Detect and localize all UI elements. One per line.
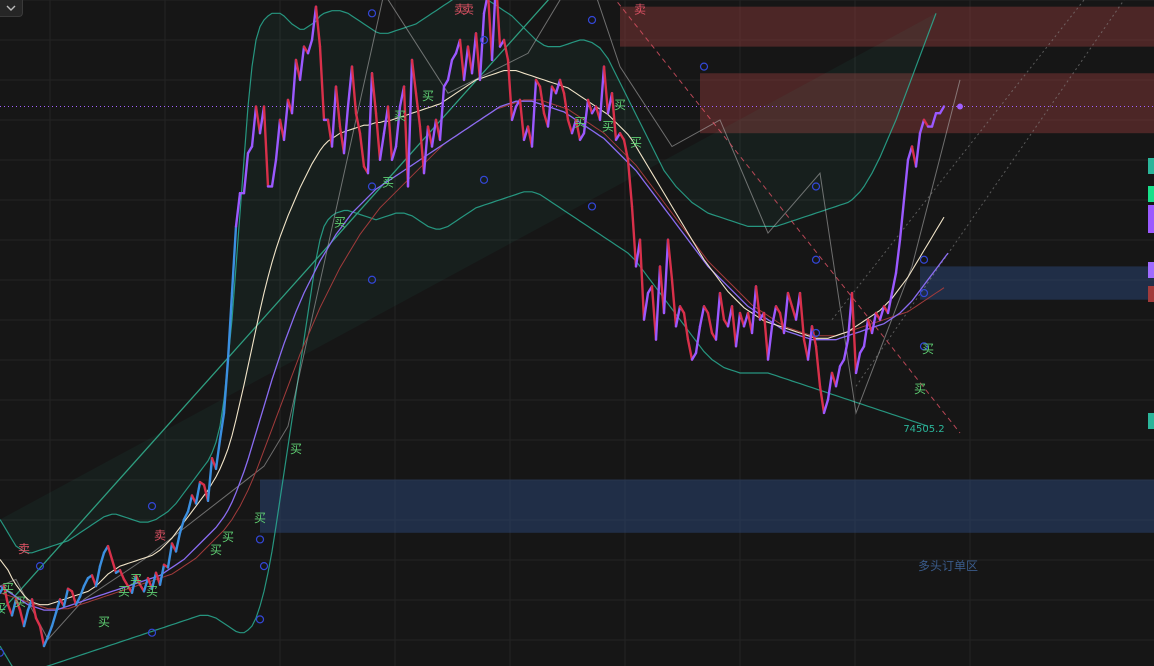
demand-zone (260, 479, 1154, 533)
buy-signal-label: 买 (146, 584, 158, 598)
chart-menu-button[interactable] (0, 0, 23, 17)
axis-price-tag (1148, 413, 1154, 429)
axis-price-tag (1148, 186, 1154, 202)
sell-signal-label: 卖 (634, 2, 646, 16)
buy-signal-label: 买 (334, 215, 346, 229)
buy-signal-label: 买 (254, 511, 266, 525)
buy-signal-label: 买 (914, 382, 926, 396)
buy-signal-label: 买 (118, 584, 130, 598)
chevron-down-icon (6, 5, 16, 11)
axis-price-tag (1148, 262, 1154, 278)
last-price-dot (957, 103, 963, 110)
sell-signal-label: 卖 (462, 2, 474, 16)
buy-signal-label: 买 (14, 595, 26, 609)
axis-price-tag (1148, 158, 1154, 174)
price-readout-label: 74505.2 (903, 424, 944, 435)
buy-signal-label: 买 (290, 442, 302, 456)
buy-signal-label: 买 (922, 342, 934, 356)
buy-signal-label: 买 (630, 136, 642, 150)
buy-signal-label: 买 (98, 615, 110, 629)
buy-signal-label: 买 (602, 120, 614, 134)
buy-signal-label: 买 (210, 543, 222, 557)
buy-signal-label: 买 (574, 116, 586, 130)
buy-signal-label: 买 (422, 89, 434, 103)
buy-signal-label: 买 (2, 582, 14, 596)
sell-signal-label: 卖 (154, 528, 166, 542)
buy-signal-label: 买 (394, 109, 406, 123)
buy-signal-label: 买 (382, 175, 394, 189)
axis-price-tag (1148, 286, 1154, 302)
long-order-zone-label: 多头订单区 (918, 559, 978, 573)
sell-signal-label: 卖 (18, 542, 30, 556)
axis-price-tag (1148, 205, 1154, 233)
price-chart[interactable]: 买买买买买买买买买买买买买买买买买买买买买卖卖卖卖卖卖 弱势高点多头订单区745… (0, 0, 1154, 666)
buy-signal-label: 买 (614, 98, 626, 112)
buy-signal-label: 买 (222, 530, 234, 544)
demand-zone (920, 266, 1154, 300)
buy-signal-label: 买 (0, 602, 6, 616)
buy-signal-label: 买 (130, 572, 142, 586)
